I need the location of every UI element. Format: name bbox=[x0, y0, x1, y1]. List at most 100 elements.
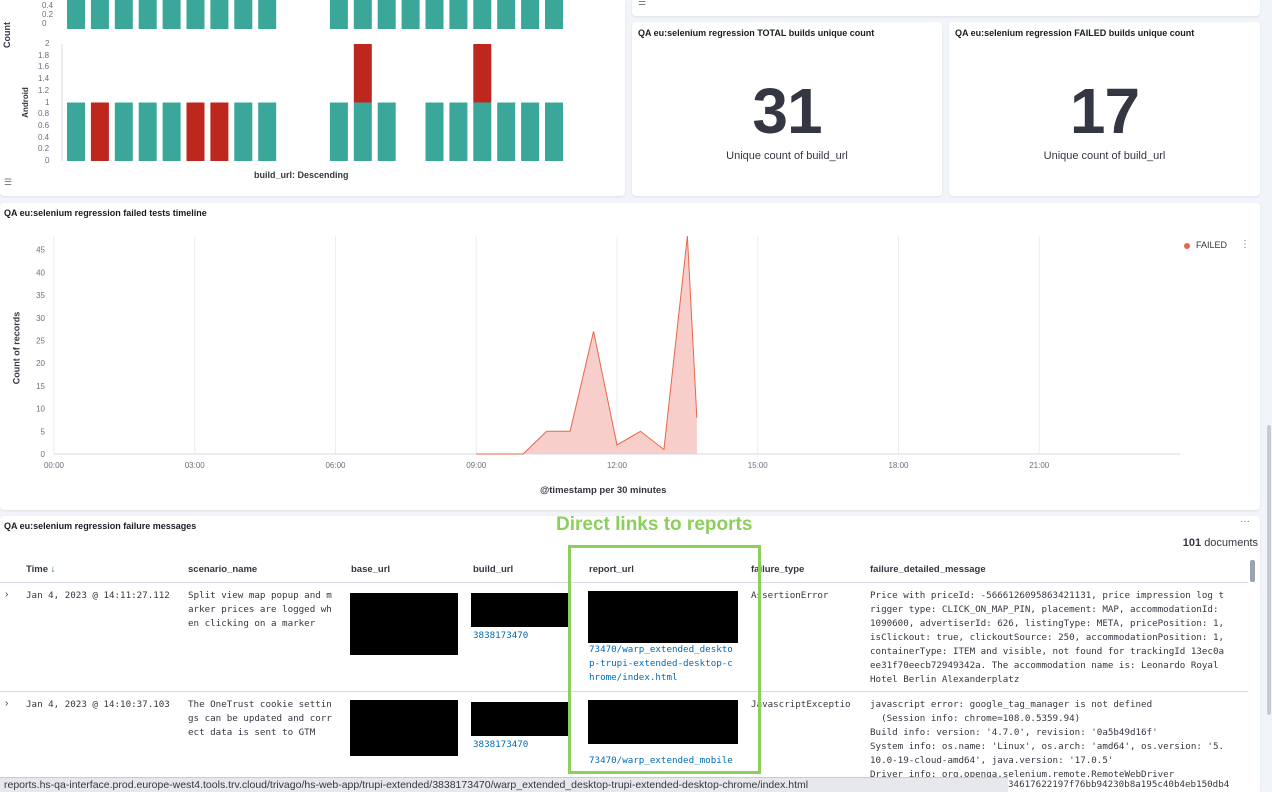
bar-passed[interactable] bbox=[473, 102, 492, 162]
bar[interactable] bbox=[234, 0, 253, 29]
x-tick-label: 15:00 bbox=[748, 461, 769, 470]
bar[interactable] bbox=[377, 0, 396, 29]
bar[interactable] bbox=[353, 0, 372, 29]
cell-failure-type: JavascriptExceptio bbox=[751, 699, 851, 710]
bar[interactable] bbox=[210, 0, 229, 29]
bar-passed[interactable] bbox=[521, 102, 540, 162]
status-bar-url: reports.hs-qa-interface.prod.europe-west… bbox=[0, 777, 1008, 792]
build-url-link[interactable]: 3838173470 bbox=[473, 738, 528, 752]
bar-passed[interactable] bbox=[138, 102, 157, 162]
build-url-link[interactable]: 3838173470 bbox=[473, 629, 528, 643]
x-axis-title: @timestamp per 30 minutes bbox=[540, 485, 667, 496]
x-tick-label: 21:00 bbox=[1029, 461, 1050, 470]
metric-value: 17 bbox=[1069, 75, 1140, 147]
legend-menu-icon[interactable]: ⋮ bbox=[1240, 239, 1250, 250]
bar[interactable] bbox=[67, 0, 85, 29]
bar-passed[interactable] bbox=[377, 102, 396, 162]
bar[interactable] bbox=[473, 0, 492, 29]
bar-passed[interactable] bbox=[114, 102, 133, 162]
column-header-time[interactable]: Time ↓ bbox=[26, 564, 55, 575]
redacted-build-url bbox=[471, 702, 571, 736]
table-scrollbar-thumb[interactable] bbox=[1250, 560, 1255, 582]
cell-scenario: The OneTrust cookie settin gs can be upd… bbox=[188, 699, 332, 738]
bar[interactable] bbox=[258, 0, 277, 29]
column-header-failure-message[interactable]: failure_detailed_message bbox=[870, 564, 986, 575]
legend-label: FAILED bbox=[1196, 240, 1228, 250]
bar-failed[interactable] bbox=[473, 44, 492, 103]
y-tick-label: 30 bbox=[36, 314, 45, 323]
cell-scenario: Split view map popup and m arker prices … bbox=[188, 590, 332, 629]
y-tick-label: 20 bbox=[36, 359, 45, 368]
bar-passed[interactable] bbox=[67, 102, 85, 162]
y-tick-label: 15 bbox=[36, 382, 45, 391]
legend-toggle-icon[interactable]: ☰ bbox=[4, 177, 12, 188]
expand-row-icon[interactable]: › bbox=[5, 589, 8, 600]
overflow-text: 34617622197f76bb94230b8a195c40b4eb150db4 bbox=[1008, 779, 1230, 790]
y-tick-label: 35 bbox=[36, 291, 45, 300]
bar-passed[interactable] bbox=[234, 102, 253, 162]
area-fill bbox=[476, 236, 697, 454]
bar-failed[interactable] bbox=[90, 102, 109, 162]
cell-time: Jan 4, 2023 @ 14:10:37.103 bbox=[26, 699, 170, 710]
expand-row-icon[interactable]: › bbox=[5, 698, 8, 709]
metric-failed-builds: QA eu:selenium regression FAILED builds … bbox=[949, 22, 1260, 196]
page-scrollbar[interactable] bbox=[1266, 0, 1272, 792]
bar[interactable] bbox=[521, 0, 540, 29]
x-tick-label: 00:00 bbox=[44, 461, 65, 470]
bar[interactable] bbox=[186, 0, 205, 29]
failure-messages-panel: QA eu:selenium regression failure messag… bbox=[0, 514, 1260, 792]
panel-options-icon[interactable]: ··· bbox=[1240, 516, 1250, 527]
metric-total-builds: QA eu:selenium regression TOTAL builds u… bbox=[632, 22, 942, 196]
column-header-scenario[interactable]: scenario_name bbox=[188, 564, 257, 575]
bar-passed[interactable] bbox=[449, 102, 468, 162]
scrollbar-thumb[interactable] bbox=[1267, 425, 1271, 715]
legend-item-failed[interactable]: FAILED bbox=[1184, 240, 1227, 250]
cell-failure-type: AssertionError bbox=[751, 590, 829, 601]
bar[interactable] bbox=[449, 0, 468, 29]
x-tick-label: 09:00 bbox=[466, 461, 487, 470]
metric-value: 31 bbox=[752, 75, 822, 147]
failed-tests-timeline-panel: QA eu:selenium regression failed tests t… bbox=[0, 203, 1260, 510]
x-tick-label: 06:00 bbox=[325, 461, 346, 470]
y-tick-label: 10 bbox=[36, 405, 45, 414]
cell-failure-message: Price with priceId: -5666126095863421131… bbox=[870, 590, 1225, 685]
metric-label: Unique count of build_url bbox=[726, 150, 848, 162]
column-header-base-url[interactable]: base_url bbox=[351, 564, 390, 575]
panel-title: QA eu:selenium regression TOTAL builds u… bbox=[638, 28, 875, 38]
build-url-cell: 3838173470 bbox=[471, 702, 579, 758]
bar-passed[interactable] bbox=[353, 102, 372, 162]
build-url-cell: 3838173470 bbox=[471, 593, 579, 649]
bar-passed[interactable] bbox=[497, 102, 516, 162]
cell-failure-message: javascript error: google_tag_manager is … bbox=[870, 699, 1225, 780]
bar[interactable] bbox=[162, 0, 181, 29]
bar[interactable] bbox=[425, 0, 444, 29]
bar-passed[interactable] bbox=[329, 102, 348, 162]
bar[interactable] bbox=[329, 0, 348, 29]
panel-title: QA eu:selenium regression FAILED builds … bbox=[955, 28, 1195, 38]
annotation-highlight-box bbox=[568, 545, 761, 774]
bar-failed[interactable] bbox=[186, 102, 205, 162]
bar-failed[interactable] bbox=[353, 44, 372, 103]
x-axis-label: build_url: Descending bbox=[254, 170, 349, 180]
bar-passed[interactable] bbox=[258, 102, 277, 162]
bar-passed[interactable] bbox=[162, 102, 181, 162]
bar-passed[interactable] bbox=[545, 102, 563, 162]
x-tick-label: 03:00 bbox=[185, 461, 206, 470]
bar[interactable] bbox=[90, 0, 109, 29]
sort-desc-icon[interactable]: ↓ bbox=[51, 564, 56, 575]
bar[interactable] bbox=[545, 0, 563, 29]
x-tick-label: 18:00 bbox=[888, 461, 909, 470]
bar-failed[interactable] bbox=[210, 102, 229, 162]
metric-label: Unique count of build_url bbox=[1043, 150, 1166, 162]
x-tick-label: 12:00 bbox=[607, 461, 628, 470]
bar[interactable] bbox=[138, 0, 157, 29]
bar[interactable] bbox=[114, 0, 133, 29]
legend-toggle-icon[interactable]: ☰ bbox=[638, 0, 646, 8]
upper-right-panel: ☰ bbox=[632, 0, 1260, 16]
bar-passed[interactable] bbox=[425, 102, 444, 162]
bar[interactable] bbox=[497, 0, 516, 29]
bar[interactable] bbox=[401, 0, 420, 29]
y-tick-label: 45 bbox=[36, 246, 45, 255]
column-header-build-url[interactable]: build_url bbox=[473, 564, 513, 575]
annotation-text: Direct links to reports bbox=[556, 514, 753, 535]
